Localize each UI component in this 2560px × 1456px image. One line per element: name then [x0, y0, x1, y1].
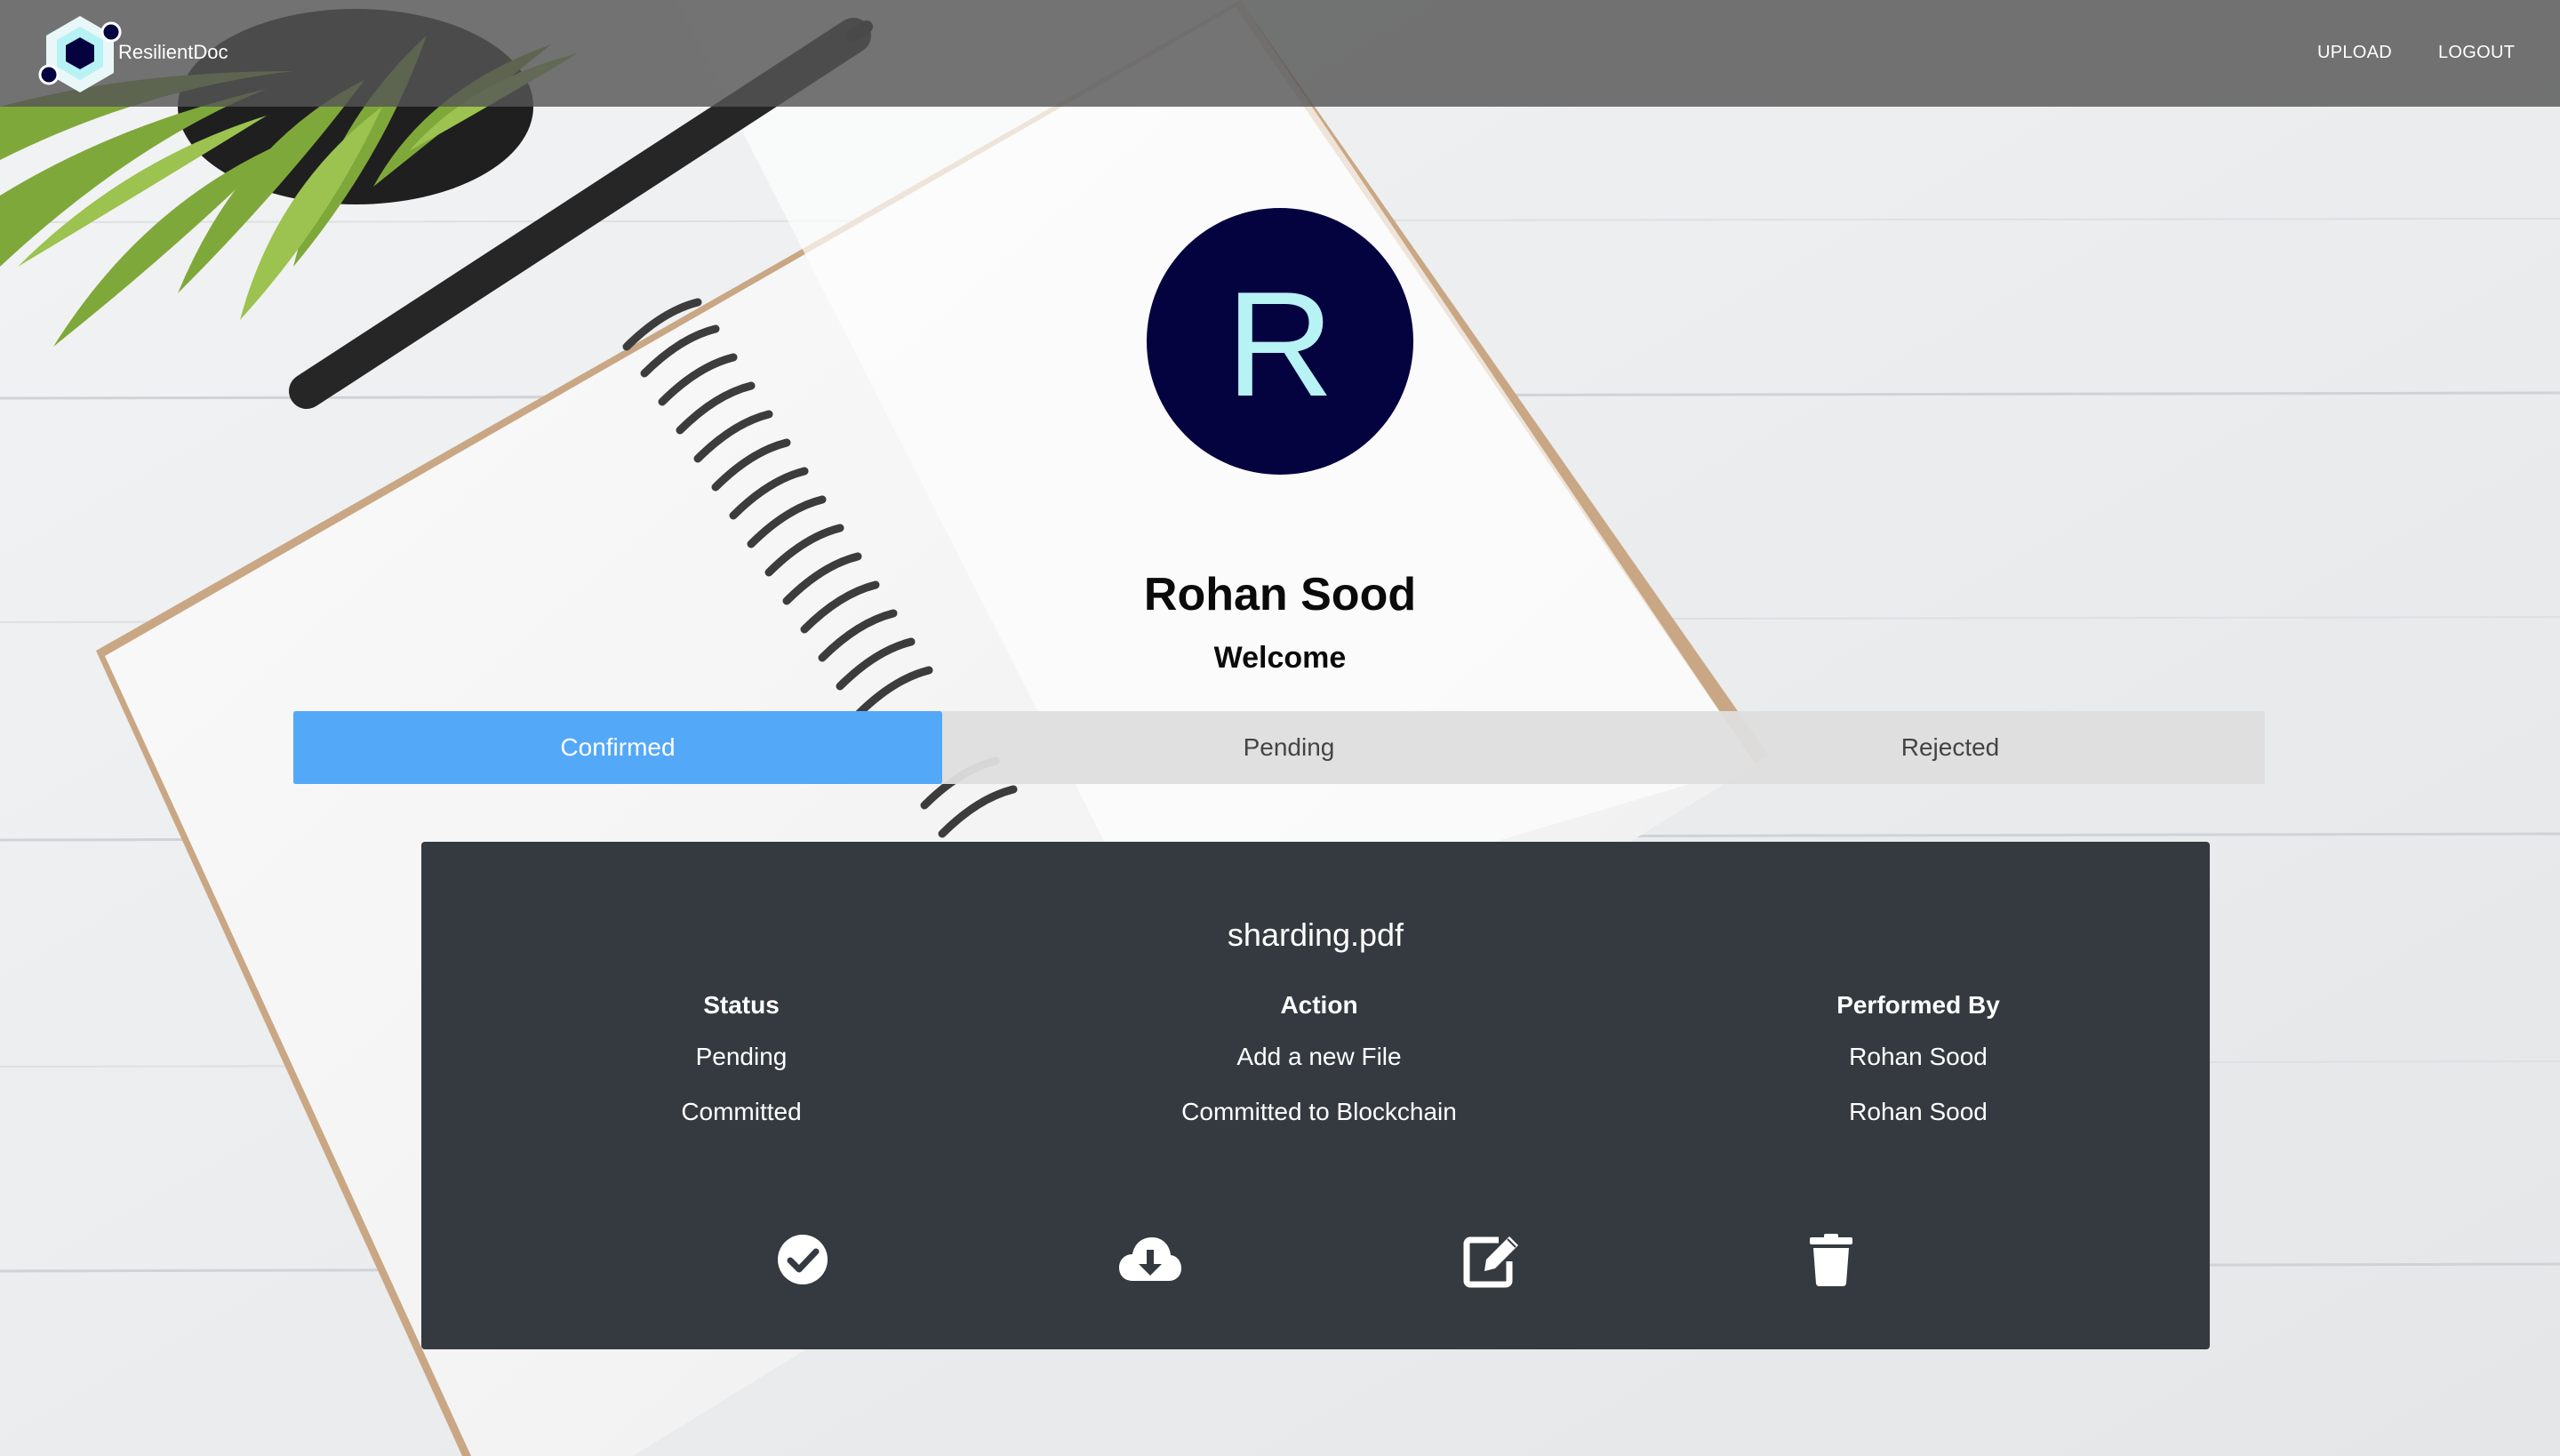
- download-button[interactable]: [1115, 1224, 1186, 1295]
- file-name: sharding.pdf: [1227, 916, 1404, 953]
- status-tabs: Confirmed Pending Rejected: [293, 711, 2265, 784]
- nav-logout-link[interactable]: LOGOUT: [2438, 39, 2515, 66]
- edit-button[interactable]: [1458, 1224, 1529, 1295]
- table-cell: Add a new File: [1236, 1043, 1402, 1070]
- table-cell: Rohan Sood: [1849, 1043, 1988, 1070]
- user-name: Rohan Sood: [1143, 569, 1417, 620]
- status-header: Status: [703, 991, 780, 1019]
- top-navbar: ResilientDoc UPLOAD LOGOUT: [0, 0, 2560, 107]
- cloud-download-icon: [1119, 1237, 1181, 1281]
- status-column: Status Pending Committed: [590, 988, 892, 1130]
- table-cell: Pending: [695, 1043, 788, 1070]
- edit-icon: [1463, 1236, 1518, 1288]
- welcome-text: Welcome: [1213, 641, 1347, 675]
- check-circle-icon: [778, 1235, 828, 1284]
- trash-icon: [1810, 1234, 1852, 1287]
- avatar-initial: R: [1226, 260, 1334, 428]
- table-cell: Committed to Blockchain: [1181, 1098, 1457, 1125]
- delete-button[interactable]: [1796, 1224, 1867, 1295]
- action-column: Action Add a new File Committed to Block…: [1097, 988, 1541, 1130]
- performed-by-column: Performed By Rohan Sood Rohan Sood: [1767, 988, 2069, 1130]
- table-cell: Committed: [681, 1098, 802, 1125]
- file-card: sharding.pdf Status Pending Committed Ac…: [421, 842, 2210, 1349]
- hexagon-logo-icon[interactable]: [36, 11, 124, 96]
- nav-upload-link[interactable]: UPLOAD: [2317, 39, 2392, 66]
- performed-by-header: Performed By: [1836, 991, 2000, 1019]
- confirm-button[interactable]: [767, 1224, 838, 1295]
- brand-name[interactable]: ResilientDoc: [118, 39, 228, 66]
- tab-rejected[interactable]: Rejected: [1636, 711, 2265, 784]
- action-header: Action: [1280, 991, 1358, 1019]
- tab-pending[interactable]: Pending: [942, 711, 1636, 784]
- avatar: R: [1147, 208, 1413, 475]
- tab-confirmed[interactable]: Confirmed: [293, 711, 942, 784]
- table-cell: Rohan Sood: [1849, 1098, 1988, 1125]
